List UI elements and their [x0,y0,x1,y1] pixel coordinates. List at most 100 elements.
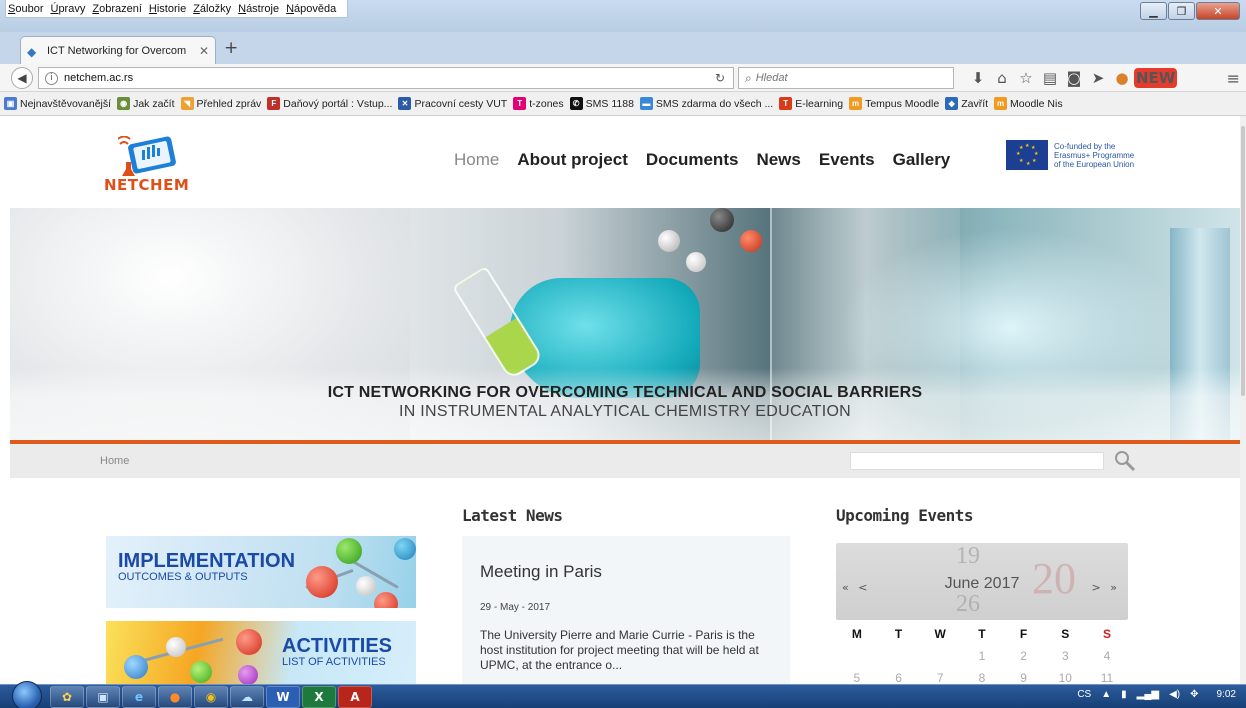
molecule-atom [124,655,148,679]
banner-title: ACTIVITIES [282,635,393,657]
calendar-day[interactable]: 10 [1044,671,1086,684]
onedrive-icon[interactable]: ☁ [230,686,264,708]
back-arrow-icon[interactable]: ◀ [11,67,33,89]
paint-icon[interactable]: ✿ [50,686,84,708]
bookmark-item[interactable]: ◉ Jak začít [117,97,175,110]
eu-line: Erasmus+ Programme [1054,150,1135,160]
nav-documents[interactable]: Documents [646,150,739,170]
bookmark-label: SMS zdarma do všech ... [655,97,774,110]
page-scrollbar[interactable] [1240,116,1246,684]
nav-about-project[interactable]: About project [517,150,628,170]
volume-icon[interactable]: ◀) [1169,689,1180,700]
rss-icon: ◥ [180,97,194,110]
reload-icon[interactable]: ↻ [715,71,725,85]
bookmark-item[interactable]: Tt-zones [513,97,564,110]
calendar-day[interactable]: 3 [1044,649,1086,663]
close-button[interactable]: ✕ [1196,2,1240,20]
news-card[interactable]: Meeting in Paris 29 - May - 2017 The Uni… [462,536,790,684]
nav-home[interactable]: Home [454,150,499,170]
nav-events[interactable]: Events [819,150,875,170]
excel-icon[interactable]: X [302,686,336,708]
bookmark-item[interactable]: m Moodle Nis [994,97,1063,110]
tray-expand-icon[interactable]: ▲ [1101,689,1111,700]
menu-upravy[interactable]: Úpravy [50,3,85,15]
site-info-icon[interactable]: i [45,71,58,85]
breadcrumb[interactable]: Home [100,455,129,467]
erasmus-logo[interactable]: ★ ★ ★ ★ ★ ★ ★ ★ Co-funded by the Erasmus+ Progr… [1006,140,1154,170]
menu-zobrazeni[interactable]: Zobrazení [92,3,142,15]
start-button[interactable] [12,681,42,708]
calendar-day[interactable]: 7 [919,671,961,684]
bookmark-star-icon[interactable]: ☆ [1014,68,1038,88]
calendar-day[interactable]: 2 [1003,649,1045,663]
calendar-day[interactable]: 6 [878,671,920,684]
activities-banner[interactable]: ACTIVITIES LIST OF ACTIVITIES [106,621,416,684]
weekday: M [851,627,862,641]
bookmark-item[interactable]: ◆ Zavřít [945,97,988,110]
nav-gallery[interactable]: Gallery [893,150,951,170]
url-input[interactable] [64,72,624,84]
search-icon[interactable] [1114,450,1136,472]
download-icon[interactable]: ⬇ [966,68,990,88]
news-title[interactable]: Meeting in Paris [480,562,602,582]
clock[interactable]: 9:02 [1217,689,1236,700]
bookmarks-menu-icon[interactable]: ▤ [1038,68,1062,88]
molecule-atom [306,566,338,598]
send-arrow-icon[interactable]: ➤ [1086,68,1110,88]
acrobat-icon[interactable]: A [338,686,372,708]
bookmark-item[interactable]: T E-learning [779,97,843,110]
search-box[interactable]: ⌕ [738,67,954,89]
bookmark-item[interactable]: F Daňový portál : Vstup... [267,97,392,110]
bookmark-item[interactable]: m Tempus Moodle [849,97,939,110]
calendar-day[interactable]: 5 [836,671,878,684]
calendar-day[interactable]: 4 [1086,649,1128,663]
chrome-icon[interactable]: ◉ [194,686,228,708]
bookmark-item[interactable]: ✆ SMS 1188 [569,97,634,110]
tray-signal-icon[interactable]: ▂▄▆ [1137,689,1159,700]
menu-zalozky[interactable]: Záložky [193,3,231,15]
maximize-button[interactable]: ❐ [1168,2,1195,20]
tab-close-icon[interactable]: ✕ [199,44,209,58]
browser-tab[interactable]: ◆ ICT Networking for Overcom ✕ [20,36,216,64]
calendar-day[interactable]: 11 [1086,671,1128,684]
bookmark-item[interactable]: ◥ Přehled zpráv [180,97,261,110]
pocket-icon[interactable]: ◙ [1062,68,1086,88]
menu-historie[interactable]: Historie [149,3,186,15]
menu-soubor[interactable]: Soubor [8,3,43,15]
netchem-logo[interactable]: NETCHEM [104,136,214,198]
bookmark-item[interactable]: ✕ Pracovní cesty VUT [398,97,507,110]
hero-molecule-atom [658,230,680,252]
calendar-next-button[interactable]: > » [1092,581,1120,594]
menu-nastroje[interactable]: Nástroje [238,3,279,15]
new-badge: NEW [1134,68,1178,88]
search-input[interactable] [755,72,936,84]
bookmark-item[interactable]: ▬ SMS zdarma do všech ... [639,97,774,110]
input-language[interactable]: CS [1077,689,1091,700]
new-tab-plus-icon[interactable]: + [224,38,238,58]
minimize-button[interactable]: ▁ [1140,2,1167,20]
save-disk-icon[interactable]: ▣ [86,686,120,708]
home-icon[interactable]: ⌂ [990,68,1014,88]
calendar-week-row: 5 6 7 8 9 10 11 [836,671,1128,684]
addon-icon[interactable]: ● [1110,68,1134,88]
site-search-input[interactable] [850,452,1104,470]
calendar-day[interactable]: 8 [961,671,1003,684]
calendar-day[interactable]: 9 [1003,671,1045,684]
bookmark-label: t-zones [529,97,564,110]
internet-explorer-icon[interactable]: e [122,686,156,708]
calendar-day[interactable]: 1 [961,649,1003,663]
address-bar[interactable]: i ↻ [38,67,734,89]
menu-napoveda[interactable]: Nápověda [286,3,336,15]
nav-news[interactable]: News [756,150,800,170]
hero-molecule-atom [686,252,706,272]
word-icon[interactable]: W [266,686,300,708]
firefox-icon[interactable]: ● [158,686,192,708]
bookmark-item[interactable]: ▣ Nejnavštěvovanější [4,97,111,110]
hamburger-menu-icon[interactable]: ≡ [1227,69,1240,88]
new-addon-icon[interactable]: NEW [1134,68,1178,88]
scrollbar-thumb[interactable] [1241,126,1245,396]
implementation-banner[interactable]: IMPLEMENTATION OUTCOMES & OUTPUTS [106,536,416,608]
tray-network-icon[interactable]: ▮ [1121,689,1127,700]
tray-app-icon[interactable]: ✥ [1190,689,1198,700]
calendar-decor-number: 26 [956,591,980,617]
